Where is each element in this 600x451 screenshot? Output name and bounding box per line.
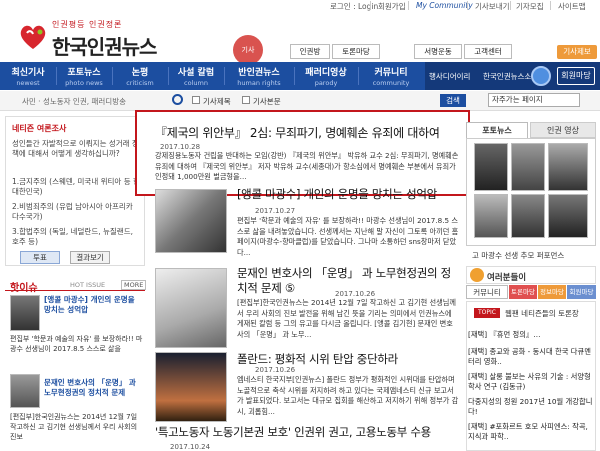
- nav-photo-news[interactable]: 포토뉴스 photo news: [58, 62, 110, 90]
- nav-human-rights[interactable]: 반인권뉴스 human rights: [226, 62, 292, 90]
- community-header: 여러분들이: [466, 266, 596, 284]
- tab-customer-center[interactable]: 고객센터: [464, 44, 512, 59]
- results-button[interactable]: 결과보기: [70, 251, 110, 264]
- tab-signature[interactable]: 서명운동: [414, 44, 462, 59]
- article-2-thumb[interactable]: [155, 189, 227, 253]
- photo-thumb-5[interactable]: [511, 194, 545, 238]
- top-utility-bar: 로그인 : Login 회원가입 My Community 기사보내기 기자모집…: [0, 0, 600, 12]
- ad-badge[interactable]: 기사: [233, 35, 263, 65]
- article-4-title[interactable]: 폴란드: 평화적 시위 탄압 중단하라: [237, 351, 398, 367]
- article-3-body: [편집부]한국인권뉴스는 2014년 12월 7일 작고하신 고 김기현 선생님…: [237, 298, 456, 339]
- poll-title: 네티즌 여론조사: [12, 124, 67, 133]
- search-bar: 사민 · 성노동자 인권, 패러디방송 기사제목 기사본문 검색 자주가는 페이…: [0, 91, 600, 111]
- photo-thumb-3[interactable]: [548, 143, 588, 191]
- search-icon[interactable]: [172, 94, 183, 105]
- sitemap-link[interactable]: 사이트맵: [558, 1, 586, 12]
- article-4-thumb[interactable]: [155, 352, 227, 422]
- hot-item-2-body: [편집부]한국인권뉴스는 2014년 12월 7일 작고하신 고 김기현 선생님…: [10, 413, 138, 441]
- speaker-icon[interactable]: [531, 66, 551, 86]
- poll-option-1[interactable]: 1.금지주의 (스웨덴, 미국내 위티아 등 현 대한민국): [12, 177, 140, 197]
- poll-option-2[interactable]: 2.비범죄주의 (유럽 남아시아 아프리카 다수국가): [12, 202, 140, 222]
- hot-thumb-2[interactable]: [10, 374, 40, 408]
- title-checkbox[interactable]: [192, 96, 200, 104]
- article-1-date: 2017.10.28: [160, 143, 201, 151]
- article-3-thumb[interactable]: [155, 268, 227, 348]
- tab-forum-right[interactable]: 토론마당: [509, 285, 537, 299]
- vote-button[interactable]: 투표: [20, 251, 60, 264]
- article-5-date: 2017.10.24: [170, 443, 211, 451]
- left-column: 네티즌 여론조사 성인들간 자발적으로 이뤄지는 성거래 정책에 대해서 어떻게…: [0, 112, 150, 451]
- member-area-button[interactable]: 회원마당: [557, 67, 595, 85]
- photo-thumb-4[interactable]: [474, 194, 508, 238]
- hot-item-1-body: 편집부 '학문과 예술의 자유' 를 보장하라!! 마광수 선생님이 2017.…: [10, 335, 143, 353]
- hot-thumb-1[interactable]: [10, 295, 40, 331]
- tab-community[interactable]: 커뮤니티: [466, 285, 508, 299]
- tab-photo-news[interactable]: 포토뉴스: [466, 122, 528, 138]
- nav-parody[interactable]: 패러디영상 parody: [296, 62, 356, 90]
- photo-caption[interactable]: 고 마광수 선생 추모 퍼포먼스: [472, 250, 564, 261]
- body-checkbox[interactable]: [242, 96, 250, 104]
- photo-thumb-1[interactable]: [474, 143, 508, 191]
- forum-item-4[interactable]: 다중지성의 정원 2017년 10월 개강합니다!: [468, 397, 593, 417]
- article-2-title[interactable]: [앵콜 마광수] 개인의 운명을 망치는 성억압: [237, 187, 452, 202]
- logo-title[interactable]: 한국인권뉴스: [52, 31, 157, 60]
- body-option-label: 기사본문: [253, 97, 281, 106]
- title-option-label: 기사제목: [203, 97, 231, 106]
- logo-subtitle: 인권평등 인권정론: [52, 20, 123, 29]
- tab-human-rights[interactable]: 인권방: [290, 44, 330, 59]
- community-icon: [470, 268, 484, 282]
- hot-issue-title: 핫이슈: [10, 283, 38, 294]
- article-2-date: 2017.10.27: [255, 207, 296, 215]
- tab-member[interactable]: 회원마당: [567, 285, 596, 299]
- nav-community[interactable]: 커뮤니티 community: [360, 62, 422, 90]
- nav-newest[interactable]: 최신기사 newest: [2, 62, 54, 90]
- hot-item-1-title[interactable]: [앵콜 마광수] 개인의 운명을 망치는 성억압: [44, 295, 144, 315]
- reporter-apply-link[interactable]: 기자모집: [516, 1, 544, 12]
- article-1-body: 강제징용노동자 건립을 반대하는 모임(강반) 『제국의 위안부』 박유하 교수…: [155, 151, 459, 181]
- forum-title: 웹팬 네티즌들의 토론장: [505, 309, 579, 318]
- article-1-title[interactable]: 『제국의 위안부』 2심: 무죄파기, 명예훼손 유죄에 대하여: [155, 124, 440, 141]
- forum-item-5[interactable]: [재택] #포화르트 호모 사피엔스: 작곡, 지식과 파학..: [468, 422, 593, 442]
- nav-column[interactable]: 사설 칼럼 column: [170, 62, 222, 90]
- tab-rights-video[interactable]: 인권 영상: [530, 122, 596, 138]
- poll-question: 성인들간 자발적으로 이뤄지는 성거래 정책에 대해서 어떻게 생각하십니까?: [12, 139, 139, 158]
- forum-item-1[interactable]: [재택] 『휴먼 정의』…: [468, 330, 593, 340]
- tab-info[interactable]: 정보마당: [538, 285, 566, 299]
- about-link[interactable]: 한국인권뉴스소개: [483, 71, 538, 82]
- heart-logo-icon[interactable]: [18, 23, 48, 51]
- photo-thumb-6[interactable]: [548, 194, 588, 238]
- community-header-title: 여러분들이: [487, 273, 527, 283]
- article-3-date: 2017.10.26: [335, 290, 376, 298]
- article-4-body: 엠네스티 한국지부[인권뉴스] 폴란드 정부가 평화적인 시위대를 탄압하며 노…: [237, 375, 459, 416]
- article-4-date: 2017.10.26: [255, 366, 296, 374]
- hot-item-2-title[interactable]: 문재인 변호사의 「운명」 과 노무현정권의 정치적 문제: [44, 378, 144, 398]
- event-diary-link[interactable]: 행사디어이리: [429, 71, 470, 82]
- frequent-page-select[interactable]: 자주가는 페이지: [488, 93, 580, 107]
- forum-badge: TOPIC: [474, 308, 500, 318]
- hot-issue-label: HOT ISSUE: [70, 281, 106, 289]
- tab-forum[interactable]: 토론마당: [332, 44, 380, 59]
- photo-thumb-2[interactable]: [511, 143, 545, 191]
- nav-criticism[interactable]: 논평 criticism: [114, 62, 166, 90]
- more-link[interactable]: MORE: [121, 280, 147, 290]
- poll-option-3[interactable]: 3.합법주의 (독일, 네덜란드, 뉴질랜드, 호주 등): [12, 227, 140, 247]
- search-button[interactable]: 검색: [440, 94, 466, 107]
- forum-item-2[interactable]: [재택] 종교와 공화 - 동시대 한국 다큐멘터리 영화..: [468, 347, 593, 367]
- forum-item-3[interactable]: [재택] 살롱 불보는 사유의 기술 : 서양형학사 연구 (김동규): [468, 372, 593, 392]
- send-article-link[interactable]: 기사보내기: [475, 1, 510, 12]
- poll-box: 네티즌 여론조사 성인들간 자발적으로 이뤄지는 성거래 정책에 대해서 어떻게…: [5, 116, 145, 266]
- community-link[interactable]: My Community: [416, 1, 473, 10]
- breadcrumb: 사민 · 성노동자 인권, 패러디방송: [22, 97, 127, 106]
- report-article-button[interactable]: 기사제보: [557, 45, 597, 59]
- join-link[interactable]: 회원가입: [378, 1, 406, 12]
- article-2-body: 편집부 '학문과 예술의 자유' 를 보장하라!! 마광수 선생님이 2017.…: [237, 216, 459, 257]
- article-5-title[interactable]: '특고노동자 노동기본권 보호' 인권위 권고, 고용노동부 수용: [155, 425, 457, 440]
